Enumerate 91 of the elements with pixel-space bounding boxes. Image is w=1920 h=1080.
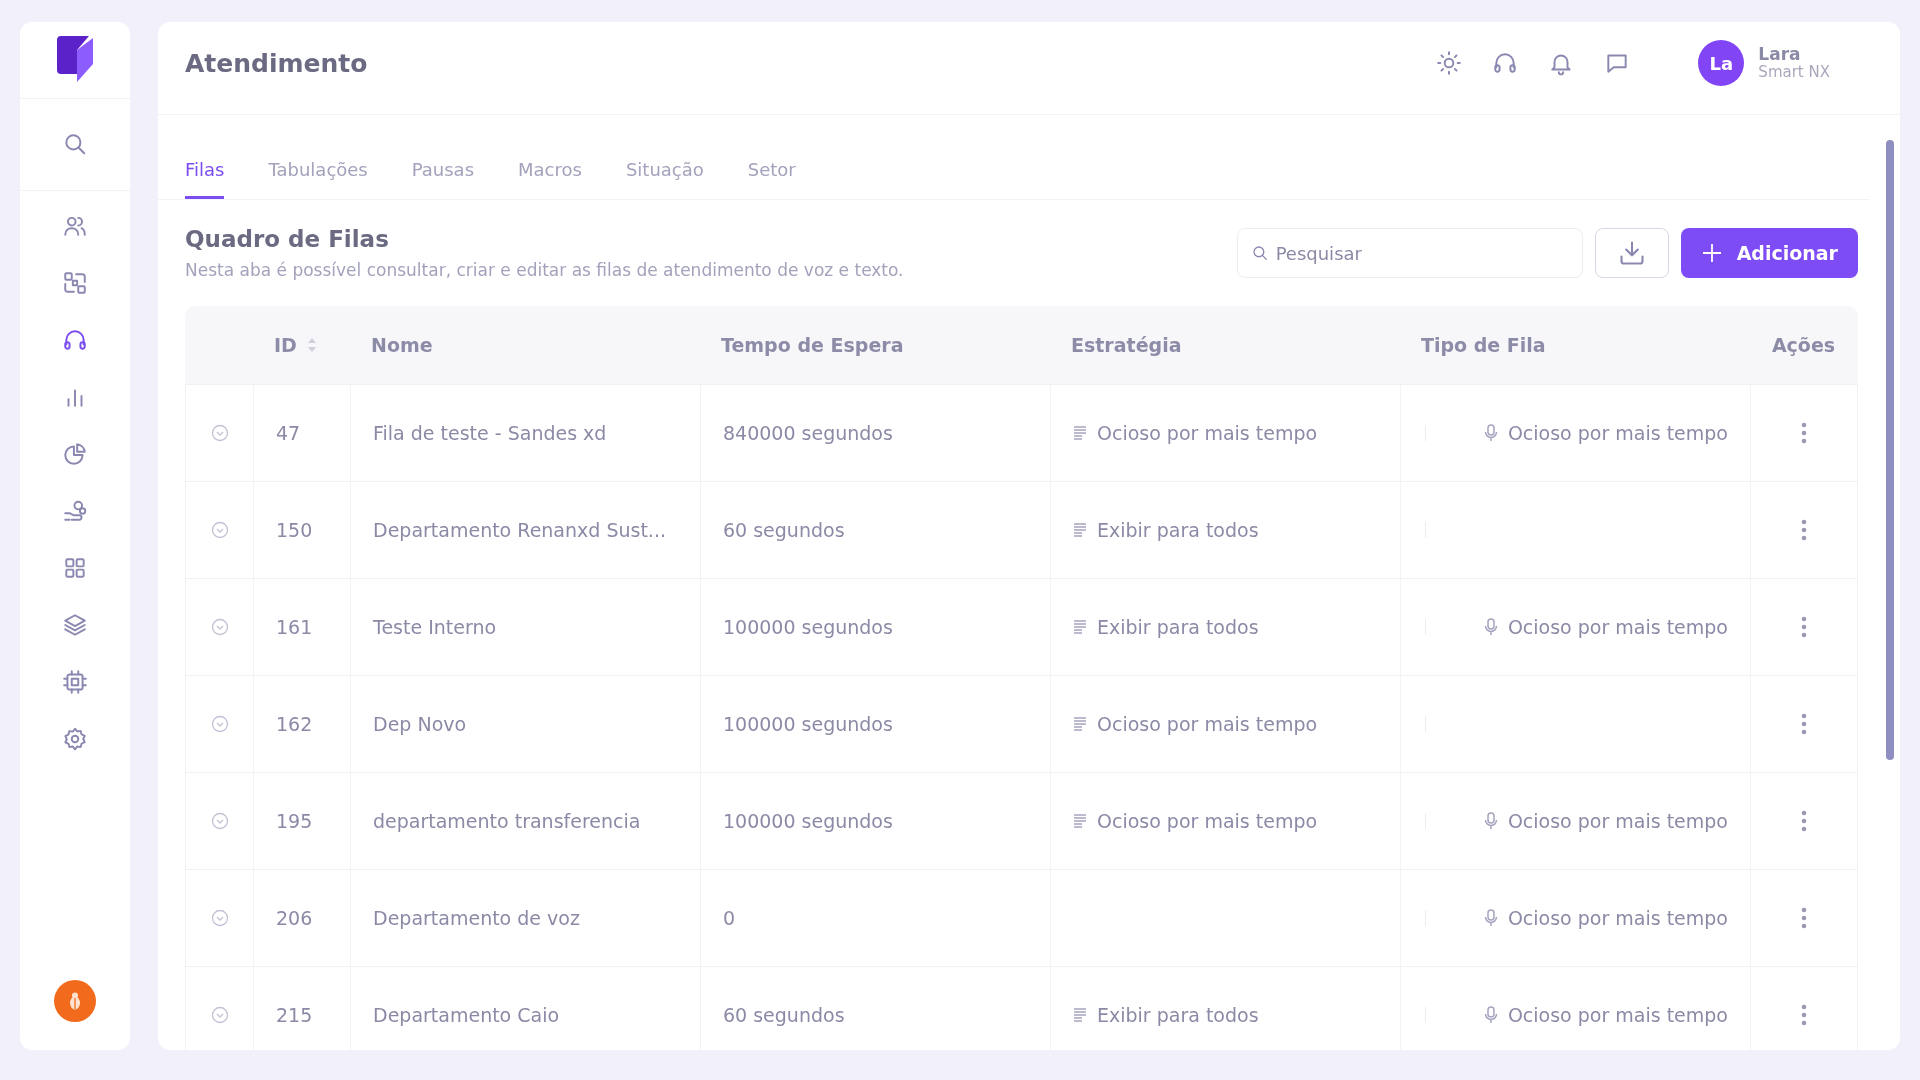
column-header: ID [274, 334, 297, 356]
table-cell: Ocioso por mais tempo [1097, 713, 1318, 735]
sun-icon [1436, 50, 1463, 76]
section-title: Quadro de Filas [185, 226, 390, 252]
list-icon [1073, 522, 1087, 538]
table-cell: Ocioso por mais tempo [1507, 422, 1728, 444]
list-icon [1073, 619, 1087, 635]
scrollbar-thumb[interactable] [1886, 140, 1894, 760]
tab[interactable]: Filas [185, 151, 225, 199]
sort-icon[interactable] [306, 337, 317, 353]
table-cell: 100000 segundos [723, 713, 893, 735]
chip-icon [62, 668, 88, 695]
bug-report-button[interactable] [54, 980, 96, 1022]
company-name: Smart NX [1758, 64, 1830, 81]
table-cell: Exibir para todos [1097, 1004, 1259, 1026]
table-cell: 60 segundos [723, 519, 845, 541]
headset-icon [1492, 50, 1519, 76]
tab[interactable]: Tabulações [268, 151, 368, 199]
tab[interactable]: Pausas [411, 151, 475, 199]
tab[interactable]: Macros [518, 151, 582, 199]
scan-icon [62, 269, 88, 296]
table-cell: Departamento Renanxd Sust... [373, 519, 666, 541]
table-cell: Departamento de voz [373, 907, 580, 929]
table-cell: 161 [276, 616, 313, 638]
more-icon [1801, 907, 1807, 929]
more-icon [1801, 519, 1807, 541]
table-cell: Fila de teste - Sandes xd [373, 422, 607, 444]
table-cell: 100000 segundos [723, 616, 893, 638]
column-header: Ações [1771, 334, 1836, 356]
list-icon [1073, 425, 1087, 441]
table-cell: Departamento Caio [373, 1004, 560, 1026]
tab[interactable]: Setor [747, 151, 796, 199]
section-description: Nesta aba é possível consultar, criar e editar as filas de atendimento de voz e texto. [185, 260, 905, 280]
table-cell: Ocioso por mais tempo [1507, 616, 1728, 638]
logo-icon [55, 36, 95, 82]
chevron-circle-icon [210, 909, 229, 927]
more-icon [1801, 713, 1807, 735]
table-cell: Dep Novo [373, 713, 467, 735]
list-icon [1073, 813, 1087, 829]
microphone-icon [1483, 909, 1498, 927]
user-avatar[interactable]: La [1698, 40, 1745, 86]
chevron-circle-icon [210, 618, 229, 636]
chevron-circle-icon [210, 715, 229, 733]
page-title: Atendimento [185, 48, 369, 78]
table-cell: 195 [276, 810, 313, 832]
pie-chart-icon [62, 440, 88, 467]
column-header: Estratégia [1071, 334, 1182, 356]
table-cell: Ocioso por mais tempo [1097, 422, 1318, 444]
microphone-icon [1483, 812, 1498, 830]
table-cell: 100000 segundos [723, 810, 893, 832]
table-cell: 215 [276, 1004, 313, 1026]
table-cell: Ocioso por mais tempo [1507, 810, 1728, 832]
more-icon [1801, 1004, 1807, 1026]
more-icon [1801, 616, 1807, 638]
chevron-circle-icon [210, 521, 229, 539]
add-button[interactable]: Adicionar [1680, 228, 1858, 278]
column-header: Nome [371, 334, 433, 356]
table-cell: 150 [276, 519, 313, 541]
tab[interactable]: Situação [625, 151, 704, 199]
microphone-icon [1483, 618, 1498, 636]
microphone-icon [1483, 424, 1498, 442]
column-header: Tempo de Espera [721, 334, 904, 356]
table-cell: 0 [723, 907, 736, 929]
user-name: Lara [1758, 45, 1802, 65]
table-cell: 60 segundos [723, 1004, 845, 1026]
table-cell: Teste Interno [373, 616, 497, 638]
table-cell: Exibir para todos [1097, 519, 1259, 541]
table-cell: departamento transferencia [373, 810, 641, 832]
chevron-circle-icon [210, 424, 229, 442]
table-cell: 162 [276, 713, 313, 735]
table-cell: 47 [276, 422, 301, 444]
plus-icon [1700, 242, 1723, 264]
download-button[interactable] [1594, 228, 1669, 278]
search-field[interactable]: Pesquisar [1236, 228, 1583, 278]
list-icon [1073, 716, 1087, 732]
table-cell: 206 [276, 907, 313, 929]
more-icon [1801, 810, 1807, 832]
more-icon [1801, 422, 1807, 444]
microphone-icon [1483, 1006, 1498, 1024]
table-cell: Ocioso por mais tempo [1097, 810, 1318, 832]
list-icon [1073, 1007, 1087, 1023]
chevron-circle-icon [210, 812, 229, 830]
settings-icon [62, 725, 88, 752]
table-cell: 840000 segundos [723, 422, 893, 444]
table-cell: Ocioso por mais tempo [1507, 907, 1728, 929]
layers-icon [62, 611, 88, 638]
column-header: Tipo de Fila [1421, 334, 1546, 356]
table-cell: Ocioso por mais tempo [1507, 1004, 1728, 1026]
chevron-circle-icon [210, 1006, 229, 1024]
table-cell: Exibir para todos [1097, 616, 1259, 638]
download-icon [1617, 239, 1646, 267]
